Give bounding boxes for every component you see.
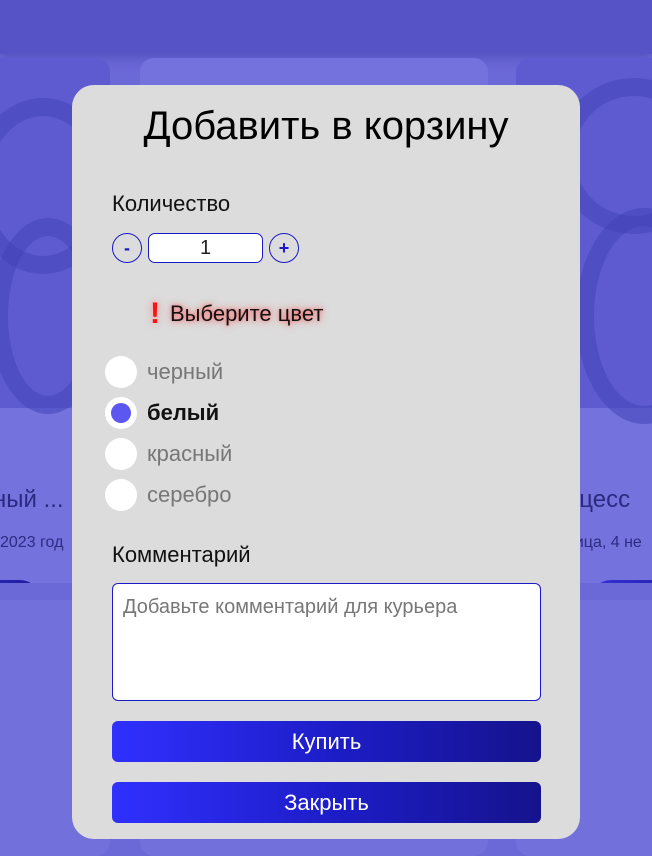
radio-button[interactable] xyxy=(105,478,137,511)
increment-button[interactable]: + xyxy=(269,233,299,263)
quantity-label: Количество xyxy=(112,191,231,216)
color-option-label: черный xyxy=(147,358,224,384)
radio-button[interactable] xyxy=(105,355,137,388)
add-to-cart-modal: Добавить в корзину Количество - + ! Выбе… xyxy=(72,85,580,839)
color-option-red[interactable]: красный xyxy=(105,433,232,474)
color-option-black[interactable]: черный xyxy=(105,351,232,392)
comment-field[interactable] xyxy=(112,583,541,701)
color-option-label: серебро xyxy=(147,481,232,507)
quantity-stepper: - + xyxy=(112,233,299,263)
comment-label: Комментарий xyxy=(112,542,251,567)
color-option-label: красный xyxy=(147,440,233,466)
product-buy-button[interactable] xyxy=(0,580,40,583)
color-option-silver[interactable]: серебро xyxy=(105,474,232,515)
color-options: черный белый красный серебро xyxy=(105,351,232,515)
color-option-label: белый xyxy=(147,399,220,425)
buy-button[interactable]: Купить xyxy=(112,721,541,762)
color-warning: ! Выберите цвет xyxy=(150,299,323,329)
modal-title: Добавить в корзину xyxy=(143,104,509,148)
color-warning-text: Выберите цвет xyxy=(170,301,324,326)
product-buy-button[interactable] xyxy=(591,580,652,583)
exclamation-icon: ! xyxy=(150,297,160,330)
product-date: 2023 год xyxy=(0,534,64,551)
radio-button[interactable] xyxy=(105,437,137,470)
product-title: яный ... xyxy=(0,486,64,513)
radio-button-checked[interactable] xyxy=(105,396,137,429)
close-button[interactable]: Закрыть xyxy=(112,782,541,823)
quantity-input[interactable] xyxy=(148,233,263,263)
site-header xyxy=(0,0,652,54)
color-option-white[interactable]: белый xyxy=(105,392,232,433)
decrement-button[interactable]: - xyxy=(112,233,142,263)
